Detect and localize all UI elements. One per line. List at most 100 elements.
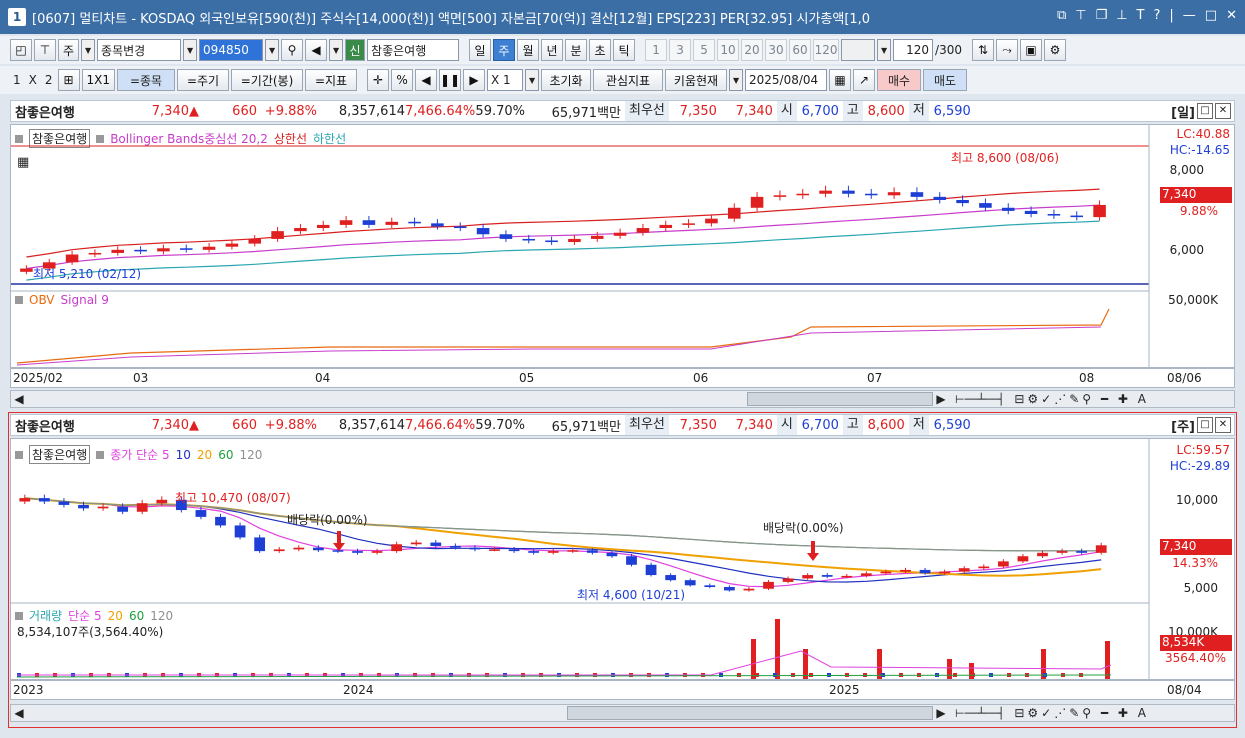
gear-icon[interactable]: ⚙ [1044, 39, 1066, 61]
pin2-icon[interactable]: ⊥ [1116, 8, 1127, 23]
candle-body [727, 207, 741, 219]
sound-dropdown-icon[interactable]: ▼ [329, 39, 344, 61]
period-second[interactable]: 초 [589, 39, 612, 61]
stock-sync-button[interactable]: =종목 [117, 69, 176, 91]
scroll-right-icon[interactable]: ▶ [933, 392, 949, 406]
period-sync-button[interactable]: =주기 [177, 69, 230, 91]
weekly-candle-chart[interactable] [11, 439, 1235, 680]
save-icon[interactable]: ▣ [1020, 39, 1042, 61]
maximize-icon[interactable]: □ [1205, 8, 1217, 23]
calendar-icon[interactable]: ▦ [829, 69, 852, 91]
chart-tools-icon[interactable]: ⊟⚙✓⋰✎⚲ ━ ✚ A [1014, 392, 1149, 406]
close-icon[interactable]: ✕ [1226, 8, 1237, 23]
zoom-dropdown-icon[interactable]: ▼ [525, 69, 540, 91]
zoom-slider[interactable]: ⊢──┴──┤ [955, 393, 1004, 406]
candle-body [58, 501, 70, 505]
minute-5[interactable]: 5 [693, 39, 716, 61]
reset-button[interactable]: 초기화 [541, 69, 592, 91]
pin-icon[interactable]: ⊤ [1075, 8, 1086, 23]
weekly-quote-bar: 참좋은여행 7,340 ▲ 660 +9.88% 8,357,614 7,466… [10, 414, 1235, 436]
custom-period-dropdown-icon[interactable]: ▼ [877, 39, 892, 61]
kiwoom-current-button[interactable]: 키움현재 [665, 69, 728, 91]
kiwoom-dropdown-icon[interactable]: ▼ [729, 69, 744, 91]
pause-icon[interactable]: ❚❚ [439, 69, 462, 91]
minute-120[interactable]: 120 [813, 39, 840, 61]
minute-10[interactable]: 10 [717, 39, 740, 61]
period-month[interactable]: 월 [517, 39, 540, 61]
period-week[interactable]: 주 [493, 39, 516, 61]
minute-1[interactable]: 1 [645, 39, 668, 61]
scroll-thumb[interactable] [567, 706, 933, 720]
daily-scrollbar[interactable]: ◀ ▶ ⊢──┴──┤ ⊟⚙✓⋰✎⚲ ━ ✚ A [10, 390, 1235, 408]
buy-button[interactable]: 매수 [877, 69, 922, 91]
market-dropdown-icon[interactable]: ▼ [81, 39, 96, 61]
candle-body [88, 252, 102, 255]
custom-period-input[interactable] [841, 39, 876, 61]
next-icon[interactable]: ▶ [463, 69, 486, 91]
market-select[interactable]: 주 [58, 39, 80, 61]
percent-button[interactable]: % [391, 69, 414, 91]
range-sync-button[interactable]: =기간(봉) [231, 69, 304, 91]
candle-body [665, 575, 677, 581]
zoom-select[interactable]: X 1 [487, 69, 524, 91]
sound-icon[interactable]: ◀ [305, 39, 328, 61]
candle-settings-icon[interactable]: ⇅ [972, 39, 994, 61]
indicator-sync-button[interactable]: =지표 [305, 69, 358, 91]
minute-30[interactable]: 30 [765, 39, 788, 61]
layout-x[interactable]: X [26, 73, 40, 87]
period-day[interactable]: 일 [469, 39, 492, 61]
zoom-slider[interactable]: ⊢──┴──┤ [955, 707, 1004, 720]
minute-3[interactable]: 3 [669, 39, 692, 61]
chart-tool-icon[interactable]: ↗ [853, 69, 876, 91]
layout-1x1-button[interactable]: 1X1 [81, 69, 116, 91]
line-tool-icon[interactable]: ⤳ [996, 39, 1018, 61]
pin-top-icon[interactable]: ⊤ [34, 39, 56, 61]
candle-body [453, 226, 467, 229]
grid-icon[interactable]: ⊞ [57, 69, 80, 91]
weekly-scrollbar[interactable]: ◀ ▶ ⊢──┴──┤ ⊟⚙✓⋰✎⚲ ━ ✚ A [10, 704, 1235, 722]
layout-1[interactable]: 1 [10, 73, 24, 87]
date-input[interactable]: 2025/08/04 [745, 69, 828, 91]
stock-search-select[interactable]: 종목변경 [97, 39, 182, 61]
daily-maximize-icon[interactable]: □ [1197, 103, 1213, 119]
search-icon[interactable]: ⚲ [281, 39, 304, 61]
minute-20[interactable]: 20 [741, 39, 764, 61]
bar-count-input[interactable]: 120 [893, 39, 934, 61]
prev-icon[interactable]: ◀ [415, 69, 438, 91]
chart-tools-icon[interactable]: ⊟⚙✓⋰✎⚲ ━ ✚ A [1014, 706, 1149, 720]
watch-indicator-button[interactable]: 관심지표 [593, 69, 664, 91]
stock-name-field[interactable]: 참좋은여행 [367, 39, 460, 61]
search-dropdown-icon[interactable]: ▼ [183, 39, 198, 61]
weekly-ytick-5000: 5,000 [1183, 581, 1218, 595]
link-icon[interactable]: ⧉ [1057, 8, 1066, 23]
crosshair-icon[interactable]: ✛ [367, 69, 390, 91]
daily-close-icon[interactable]: ✕ [1215, 103, 1231, 119]
scroll-right-icon[interactable]: ▶ [933, 706, 949, 720]
daily-chart-panel[interactable]: 참좋은여행 Bollinger Bands중심선 20,2 상한선 하한선 ▦ … [10, 124, 1235, 368]
copy-icon[interactable]: ❐ [1096, 8, 1108, 23]
candle-body [939, 571, 951, 574]
help-icon[interactable]: ? [1154, 8, 1161, 23]
weekly-close-icon[interactable]: ✕ [1215, 417, 1231, 433]
layout-2[interactable]: 2 [42, 73, 56, 87]
sell-button[interactable]: 매도 [923, 69, 968, 91]
minute-60[interactable]: 60 [789, 39, 812, 61]
period-minute[interactable]: 분 [565, 39, 588, 61]
candle-body [1070, 215, 1084, 218]
candle-body [195, 510, 207, 517]
scroll-left-icon[interactable]: ◀ [11, 392, 27, 406]
layout-icon[interactable]: ◰ [10, 39, 32, 61]
weekly-chart-panel[interactable]: 참좋은여행 종가 단순 5 10 20 60 120 LC:59.57 HC:-… [10, 438, 1235, 680]
code-dropdown-icon[interactable]: ▼ [265, 39, 280, 61]
font-icon[interactable]: T [1137, 8, 1145, 23]
period-tick[interactable]: 틱 [613, 39, 636, 61]
candle-body [900, 569, 911, 572]
scroll-left-icon[interactable]: ◀ [11, 706, 27, 720]
weekly-x-label: 2023 [13, 683, 44, 697]
period-year[interactable]: 년 [541, 39, 564, 61]
candle-body [1024, 210, 1038, 214]
scroll-thumb[interactable] [747, 392, 933, 406]
minimize-icon[interactable]: — [1183, 8, 1196, 23]
stock-code-input[interactable]: 094850 [199, 39, 264, 61]
weekly-maximize-icon[interactable]: □ [1197, 417, 1213, 433]
